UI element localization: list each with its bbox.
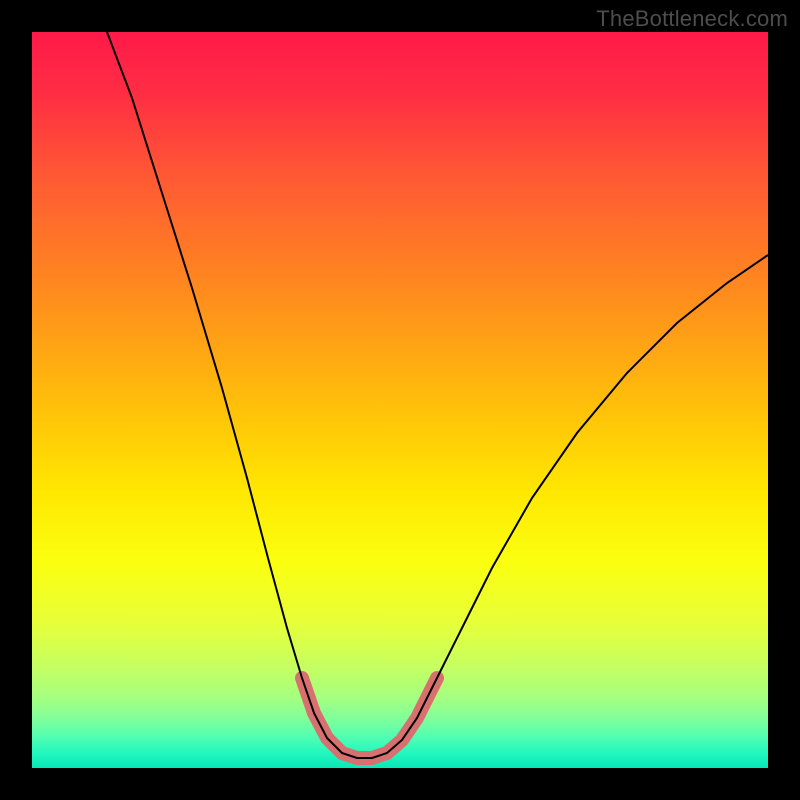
chart-frame: TheBottleneck.com [0,0,800,800]
plot-area [32,32,768,768]
watermark-text: TheBottleneck.com [596,6,788,32]
chart-svg [32,32,768,768]
curve-main [107,32,768,758]
